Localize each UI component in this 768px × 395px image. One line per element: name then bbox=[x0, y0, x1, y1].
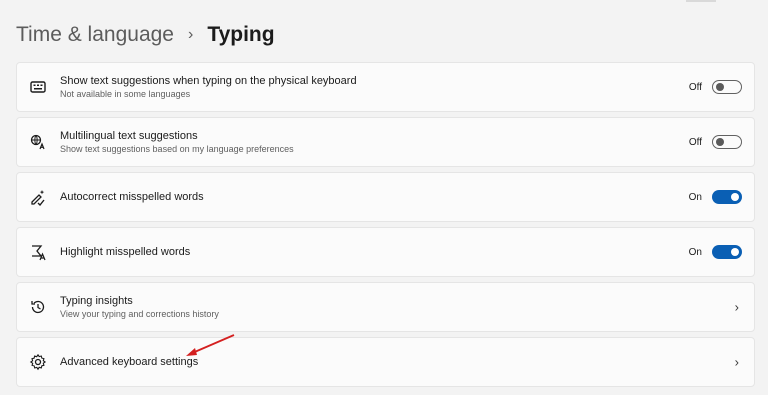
chevron-right-icon: › bbox=[734, 299, 739, 315]
text-suggestions-toggle[interactable] bbox=[712, 80, 742, 94]
setting-subtitle: View your typing and corrections history bbox=[60, 309, 219, 319]
multilingual-toggle[interactable] bbox=[712, 135, 742, 149]
chevron-right-icon: › bbox=[734, 354, 739, 370]
toggle-state-label: Off bbox=[688, 136, 702, 148]
setting-highlight-misspelled[interactable]: Highlight misspelled words On bbox=[16, 227, 755, 277]
breadcrumb-separator-icon: › bbox=[187, 26, 194, 43]
setting-title: Show text suggestions when typing on the… bbox=[60, 75, 357, 87]
setting-typing-insights[interactable]: Typing insights View your typing and cor… bbox=[16, 282, 755, 332]
toggle-state-label: On bbox=[688, 246, 702, 258]
page-title: Typing bbox=[207, 23, 275, 46]
setting-advanced-keyboard[interactable]: Advanced keyboard settings › bbox=[16, 337, 755, 387]
setting-autocorrect[interactable]: Autocorrect misspelled words On bbox=[16, 172, 755, 222]
multilingual-icon bbox=[29, 133, 47, 151]
toggle-state-label: On bbox=[688, 191, 702, 203]
gear-icon bbox=[29, 353, 47, 371]
annotation-arrow-icon bbox=[186, 334, 235, 356]
highlight-toggle[interactable] bbox=[712, 245, 742, 259]
setting-text-suggestions[interactable]: Show text suggestions when typing on the… bbox=[16, 62, 755, 112]
highlight-icon bbox=[29, 243, 47, 261]
breadcrumb-parent[interactable]: Time & language bbox=[16, 23, 174, 47]
settings-list: Show text suggestions when typing on the… bbox=[16, 62, 755, 392]
breadcrumb: Time & language › Typing bbox=[16, 20, 275, 50]
setting-title: Typing insights bbox=[60, 295, 133, 307]
window-topbar-stub bbox=[686, 0, 716, 2]
autocorrect-toggle[interactable] bbox=[712, 190, 742, 204]
setting-title: Highlight misspelled words bbox=[60, 246, 191, 258]
setting-title: Advanced keyboard settings bbox=[60, 356, 199, 368]
toggle-state-label: Off bbox=[688, 81, 702, 93]
autocorrect-icon bbox=[29, 188, 47, 206]
history-icon bbox=[29, 298, 47, 316]
setting-subtitle: Show text suggestions based on my langua… bbox=[60, 144, 294, 154]
setting-title: Multilingual text suggestions bbox=[60, 130, 198, 142]
setting-subtitle: Not available in some languages bbox=[60, 89, 191, 99]
setting-title: Autocorrect misspelled words bbox=[60, 191, 204, 203]
setting-multilingual-suggestions[interactable]: Multilingual text suggestions Show text … bbox=[16, 117, 755, 167]
keyboard-icon bbox=[29, 78, 47, 96]
